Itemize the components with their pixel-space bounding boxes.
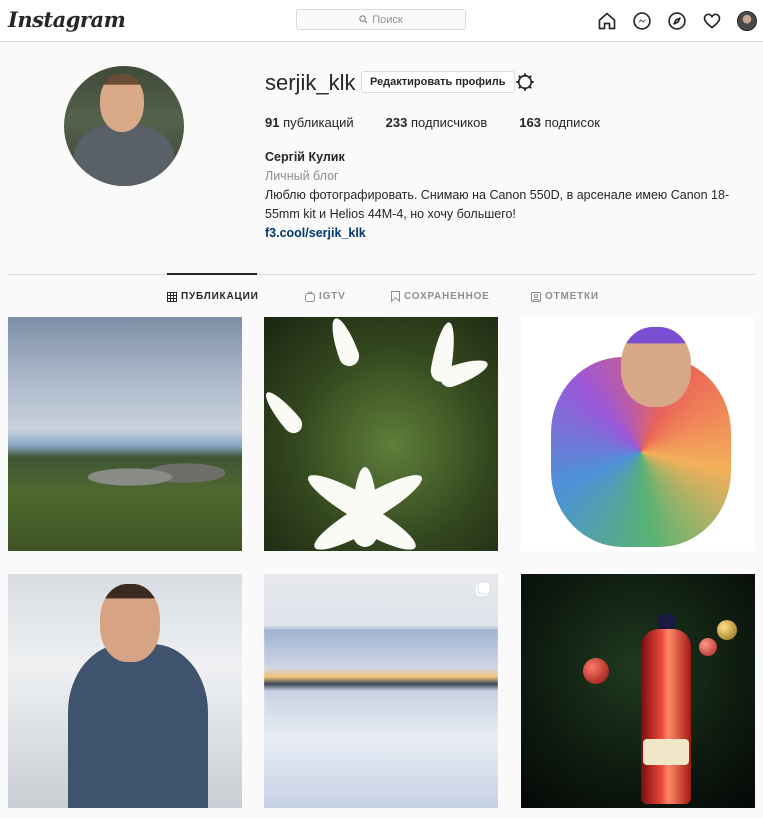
igtv-icon <box>305 291 315 302</box>
top-nav: Instagram Поиск <box>0 0 763 42</box>
messenger-icon[interactable] <box>631 10 653 32</box>
following-stat[interactable]: 163 подписок <box>519 115 600 130</box>
profile-full-name: Сергій Кулик <box>265 150 345 164</box>
profile-bio: Сергій Кулик Личный блог Люблю фотографи… <box>265 148 745 243</box>
followers-count: 233 <box>385 115 408 130</box>
explore-icon[interactable] <box>666 10 688 32</box>
profile-username: serjik_klk <box>265 70 356 95</box>
following-count: 163 <box>519 115 541 130</box>
post-thumbnail-flowers[interactable] <box>264 317 498 551</box>
bookmark-icon <box>391 291 400 302</box>
edit-profile-button[interactable]: Редактировать профиль <box>361 71 515 93</box>
tab-label: ОТМЕТКИ <box>545 291 599 302</box>
tab-label: СОХРАНЕННОЕ <box>404 291 490 302</box>
search-placeholder: Поиск <box>372 13 403 26</box>
posts-label: публикаций <box>283 115 354 130</box>
tab-label: ПУБЛИКАЦИИ <box>181 291 259 302</box>
profile-website-link[interactable]: f3.cool/serjik_klk <box>265 226 366 240</box>
posts-stat: 91 публикаций <box>265 115 354 130</box>
post-thumbnail-champagne[interactable] <box>521 574 755 808</box>
tab-saved[interactable]: СОХРАНЕННОЕ <box>391 291 490 302</box>
profile-bio-text: Люблю фотографировать. Снимаю на Canon 5… <box>265 188 730 221</box>
multiple-photos-icon <box>476 582 490 601</box>
posts-count: 91 <box>265 115 280 130</box>
tabs-divider <box>8 274 755 275</box>
tab-label: IGTV <box>319 291 346 302</box>
tab-tagged[interactable]: ОТМЕТКИ <box>531 291 599 302</box>
followers-stat[interactable]: 233 подписчиков <box>386 115 488 130</box>
post-thumbnail-landscape[interactable] <box>8 317 242 551</box>
tab-posts[interactable]: ПУБЛИКАЦИИ <box>167 291 259 302</box>
profile-tabs: ПУБЛИКАЦИИ IGTV СОХРАНЕННОЕ ОТМЕТКИ <box>0 291 763 305</box>
avatar <box>737 11 757 31</box>
post-thumbnail-winter-portrait[interactable] <box>8 574 242 808</box>
profile-stats: 91 публикаций 233 подписчиков 163 подпис… <box>265 115 632 130</box>
search-input[interactable]: Поиск <box>296 9 466 30</box>
tab-igtv[interactable]: IGTV <box>305 291 346 302</box>
followers-label: подписчиков <box>411 115 488 130</box>
settings-gear-icon[interactable] <box>515 72 535 97</box>
profile-category: Личный блог <box>265 169 339 183</box>
post-thumbnail-color-portrait[interactable] <box>521 317 755 551</box>
following-label: подписок <box>544 115 600 130</box>
tagged-icon <box>531 291 541 302</box>
search-icon <box>359 15 368 24</box>
heart-icon[interactable] <box>701 10 723 32</box>
active-tab-indicator <box>167 273 257 275</box>
profile-avatar[interactable] <box>736 10 758 32</box>
profile-avatar-large[interactable] <box>64 66 184 186</box>
grid-icon <box>167 291 177 302</box>
nav-icons <box>596 10 758 32</box>
instagram-logo[interactable]: Instagram <box>8 7 126 32</box>
post-thumbnail-snowy-field[interactable] <box>264 574 498 808</box>
home-icon[interactable] <box>596 10 618 32</box>
